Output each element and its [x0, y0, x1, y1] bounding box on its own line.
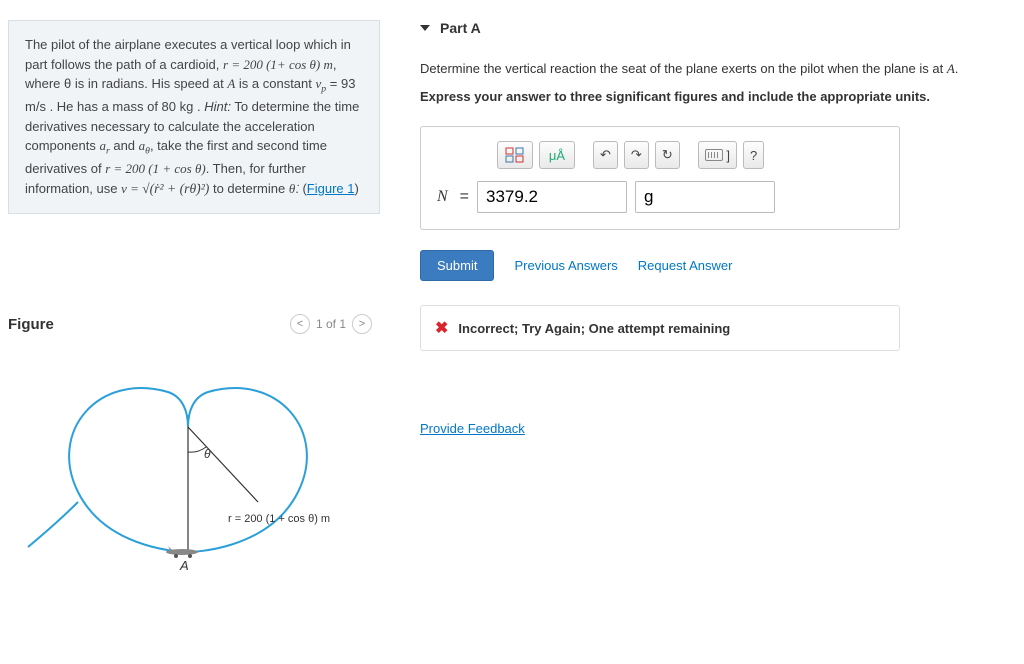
r-equation: r = 200 (1 + cos θ): [105, 161, 205, 176]
answer-row: N =: [437, 181, 883, 213]
provide-feedback-link[interactable]: Provide Feedback: [420, 421, 525, 436]
keyboard-button[interactable]: ]: [698, 141, 737, 169]
figure-count: 1 of 1: [316, 317, 346, 331]
hint-body: ): [355, 181, 359, 196]
figure-equation: r = 200 (1 + cos θ) m: [228, 513, 330, 525]
answer-area: μÅ ↶ ↷ ↻ ] ? N =: [420, 126, 900, 230]
A-label: A: [179, 558, 189, 572]
keyboard-icon: [705, 149, 723, 161]
equals-sign: =: [460, 188, 469, 206]
question-text: Determine the vertical reaction the seat…: [420, 60, 1004, 78]
figure-prev-button[interactable]: <: [290, 314, 310, 334]
problem-text: is a constant: [235, 76, 315, 91]
instruction-text: Express your answer to three significant…: [420, 88, 1004, 106]
figure-title: Figure: [8, 316, 54, 333]
undo-button[interactable]: ↶: [593, 141, 618, 169]
reset-button[interactable]: ↻: [655, 141, 680, 169]
mass-text: . He has a mass of 80 kg .: [46, 99, 201, 114]
answer-toolbar: μÅ ↶ ↷ ↻ ] ?: [497, 141, 883, 169]
unit-input[interactable]: [635, 181, 775, 213]
problem-statement: The pilot of the airplane executes a ver…: [8, 20, 380, 214]
theta-label: θ: [204, 447, 211, 461]
request-answer-link[interactable]: Request Answer: [638, 258, 733, 273]
figure-next-button[interactable]: >: [352, 314, 372, 334]
previous-answers-link[interactable]: Previous Answers: [514, 258, 617, 273]
and: and: [110, 138, 139, 153]
redo-button[interactable]: ↷: [624, 141, 649, 169]
help-button[interactable]: ?: [743, 141, 764, 169]
answer-variable: N: [437, 188, 448, 206]
value-input[interactable]: [477, 181, 627, 213]
hint-body: to determine: [209, 181, 289, 196]
submit-button[interactable]: Submit: [420, 250, 494, 281]
figure-diagram: θ r = 200 (1 + cos θ) m A: [8, 352, 372, 572]
hint-label: Hint:: [204, 99, 231, 114]
templates-button[interactable]: [497, 141, 533, 169]
part-a-label: Part A: [440, 20, 481, 36]
cardioid-equation: r = 200 (1+ cos θ) m: [223, 57, 333, 72]
x-icon: ✖: [435, 318, 448, 338]
v-eq-lead: v =: [121, 181, 142, 196]
v-eq-sqrt: √(ṙ² + (rθ̇)²): [142, 181, 209, 196]
figure-link[interactable]: Figure 1: [307, 181, 355, 196]
figure-panel: Figure < 1 of 1 >: [0, 314, 380, 572]
hint-body: . (: [295, 181, 307, 196]
feedback-text: Incorrect; Try Again; One attempt remain…: [458, 321, 730, 336]
feedback-message: ✖ Incorrect; Try Again; One attempt rema…: [420, 305, 900, 351]
part-a-header[interactable]: Part A: [420, 20, 1004, 36]
units-button[interactable]: μÅ: [539, 141, 575, 169]
caret-down-icon: [420, 25, 430, 31]
